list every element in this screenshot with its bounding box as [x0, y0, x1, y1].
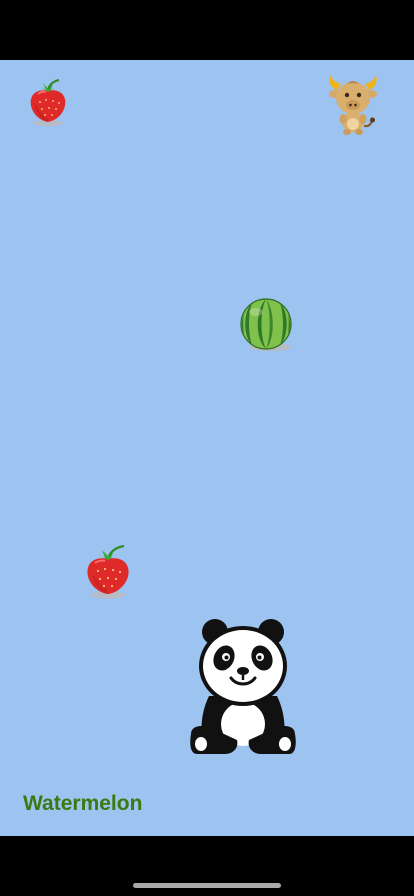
game-playfield[interactable]: Watermelon — [0, 60, 414, 836]
panda-icon[interactable] — [187, 616, 299, 758]
target-fruit-label: Watermelon — [23, 792, 143, 815]
watermelon-icon — [238, 298, 296, 354]
strawberry-icon — [82, 543, 134, 601]
ox-icon — [325, 72, 381, 136]
home-indicator[interactable] — [133, 883, 281, 888]
status-bar-area — [0, 0, 414, 60]
game-screen: Watermelon — [0, 0, 414, 896]
strawberry-icon — [26, 78, 70, 128]
